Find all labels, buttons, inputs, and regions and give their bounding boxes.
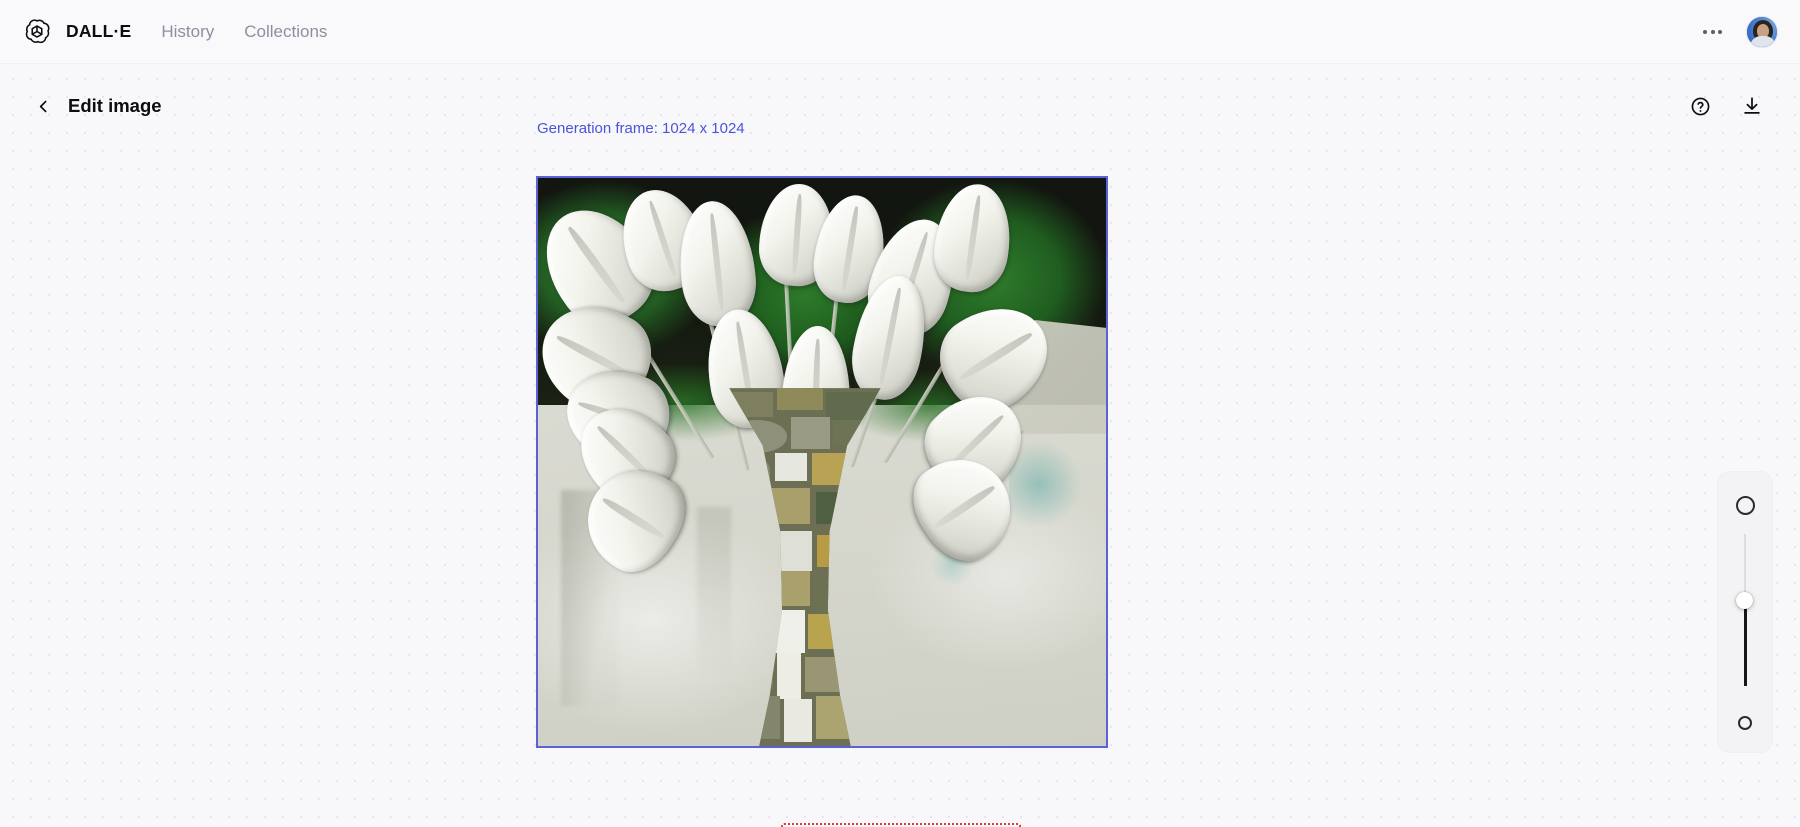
more-horizontal-icon[interactable] — [1697, 24, 1728, 40]
brand-name[interactable]: DALL·E — [66, 21, 131, 42]
question-circle-icon[interactable] — [1688, 94, 1712, 118]
brush-size-track-filled — [1744, 602, 1747, 686]
nav-link-history[interactable]: History — [161, 22, 214, 42]
brush-size-panel[interactable] — [1718, 472, 1772, 752]
toolbar-highlight-box — [781, 823, 1021, 827]
small-circle-icon[interactable] — [1738, 716, 1752, 730]
editor-header-actions — [1688, 94, 1764, 118]
brush-size-track[interactable] — [1744, 534, 1747, 686]
generation-frame[interactable] — [536, 176, 1108, 748]
editor-canvas[interactable]: Edit image Generation frame: 1024 x 1024 — [0, 64, 1800, 827]
nav-link-collections[interactable]: Collections — [244, 22, 327, 42]
download-icon[interactable] — [1740, 94, 1764, 118]
page-title: Edit image — [68, 95, 162, 116]
openai-logo-icon[interactable] — [20, 15, 54, 49]
generation-frame-label: Generation frame: 1024 x 1024 — [537, 120, 745, 137]
topbar-right-group — [1697, 15, 1778, 48]
avatar[interactable] — [1746, 15, 1778, 48]
top-navigation-bar: DALL·E History Collections — [0, 0, 1800, 64]
dalle-edit-image-page: DALL·E History Collections Edit image Ge… — [0, 0, 1800, 827]
brush-size-handle[interactable] — [1736, 592, 1753, 609]
chevron-left-icon[interactable] — [30, 93, 56, 119]
editor-header: Edit image — [0, 86, 1800, 126]
artwork-image[interactable] — [538, 178, 1106, 746]
large-circle-icon[interactable] — [1735, 496, 1755, 515]
